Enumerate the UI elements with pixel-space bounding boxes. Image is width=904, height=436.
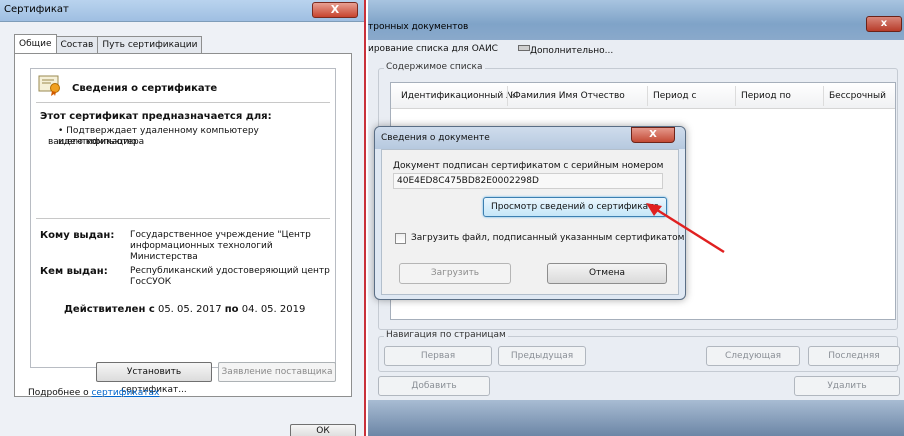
tab-general[interactable]: Общие [14,34,57,53]
validity-period: Действителен с 05. 05. 2017 по 04. 05. 2… [64,304,305,315]
column-divider [735,86,736,106]
certificate-close-button[interactable]: X [312,2,358,18]
serial-number-field[interactable]: 40E4ED8C475BD82E0002298D [393,173,663,189]
cancel-button[interactable]: Отмена [547,263,667,284]
column-divider [507,86,508,106]
tab-certification-path[interactable]: Путь сертификации [97,36,203,53]
add-button[interactable]: Добавить [378,376,490,396]
purpose-heading: Этот сертификат предназначается для: [40,111,272,122]
purpose-line: вашего компьютера [48,137,145,147]
document-info-title: Сведения о документе [381,133,490,143]
load-signed-file-checkbox[interactable] [395,233,406,244]
list-window-title: тронных документов [368,22,469,32]
install-certificate-button[interactable]: Установить сертификат... [96,362,212,395]
list-window-close-button[interactable]: x [866,16,902,32]
document-info-close-button[interactable]: X [631,127,675,143]
certificate-title: Сертификат [4,4,69,15]
issued-by-label: Кем выдан: [40,266,108,277]
signed-by-text: Документ подписан сертификатом с серийны… [393,161,664,171]
column-header[interactable]: Фамилия Имя Отчество [513,91,625,101]
learn-more-prefix: Подробнее о [28,388,92,398]
certificate-dialog: Сертификат X Общие Состав Путь сертифика… [0,0,366,436]
issued-by-line: Республиканский удостоверяющий центр [130,266,330,276]
ok-button[interactable]: ОК [290,424,356,436]
valid-to-date: 04. 05. 2019 [241,304,306,315]
valid-to-label: по [224,304,239,315]
learn-more-text: Подробнее о сертификатах [28,388,159,398]
more-menu[interactable]: Дополнительно... [518,44,613,56]
issued-by-line: ГосСУОК [130,277,172,287]
divider [36,218,330,219]
certificate-tabs: Общие Состав Путь сертификации [14,34,203,54]
column-header[interactable]: Идентификационный № [401,91,515,101]
certificate-icon [38,75,60,96]
red-arrow-annotation [646,203,725,254]
divider [36,102,330,103]
valid-from-date: 05. 05. 2017 [157,304,222,315]
tab-details[interactable]: Состав [55,36,99,53]
issued-to-line: информационных технологий Министерства [130,241,273,262]
column-header[interactable]: Период с [653,91,696,101]
column-divider [823,86,824,106]
certificates-link[interactable]: сертификатах [91,388,159,398]
list-window-titlebar: тронных документов x [368,0,904,40]
drive-icon [518,45,530,51]
issued-to-line: Государственное учреждение "Центр [130,230,311,240]
certificate-info-title: Сведения о сертификате [72,83,218,94]
column-header[interactable]: Бессрочный [829,91,886,101]
issued-to-label: Кому выдан: [40,230,115,241]
more-menu-label: Дополнительно... [530,46,614,56]
upload-button[interactable]: Загрузить [399,263,511,284]
issuer-statement-button[interactable]: Заявление поставщика [218,362,336,382]
page-navigation-label: Навигация по страницам [384,330,508,340]
last-page-button[interactable]: Последняя [808,346,900,366]
table-header: Идентификационный № Фамилия Имя Отчество… [391,83,895,109]
next-page-button[interactable]: Следующая [706,346,800,366]
column-header[interactable]: Период по [741,91,791,101]
list-contents-label: Содержимое списка [384,62,485,72]
first-page-button[interactable]: Первая [384,346,492,366]
document-info-titlebar: Сведения о документе X [375,127,685,149]
certificate-titlebar: Сертификат X [0,0,364,22]
valid-from-label: Действителен с [64,304,155,315]
taskbar-strip [368,400,904,436]
column-divider [647,86,648,106]
oais-list-menu[interactable]: ирование списка для ОАИС [368,44,498,54]
delete-button[interactable]: Удалить [794,376,900,396]
previous-page-button[interactable]: Предыдущая [498,346,586,366]
